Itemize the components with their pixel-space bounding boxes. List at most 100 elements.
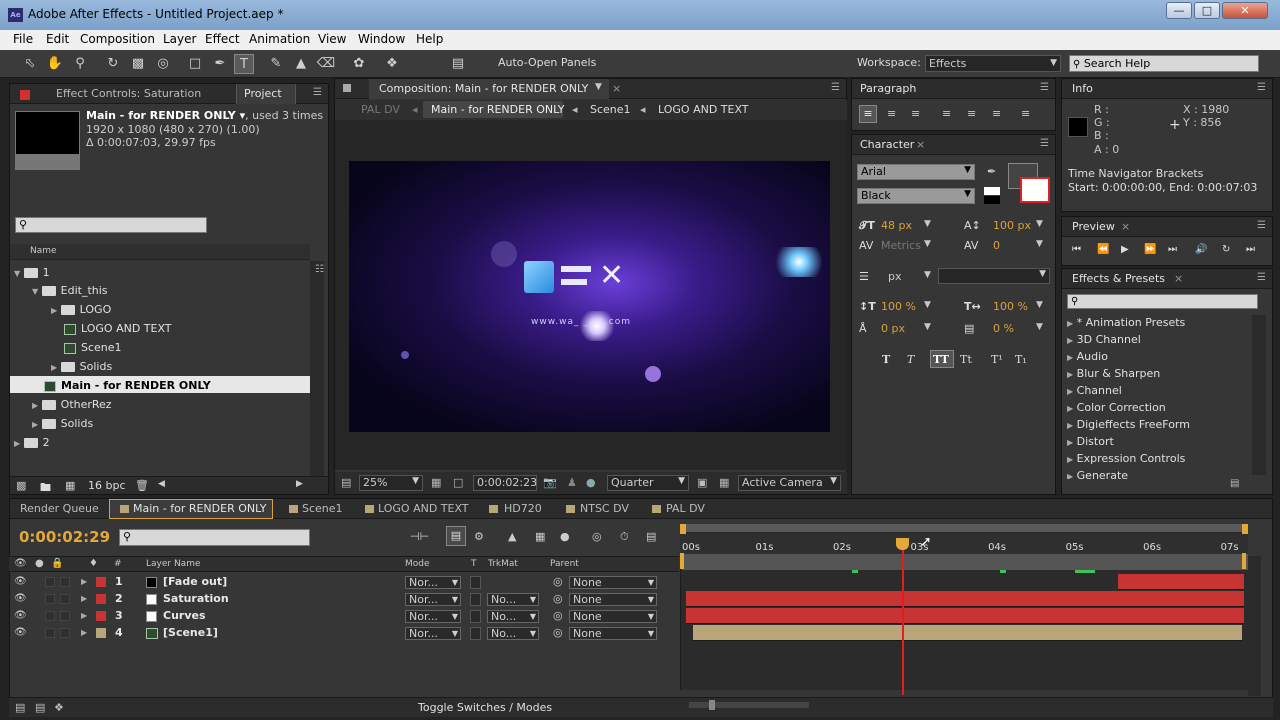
layer-name[interactable]: [Scene1] xyxy=(163,626,218,639)
effect-category[interactable]: ▶ Color Correction xyxy=(1067,401,1166,414)
panel-menu-icon[interactable]: ☰ xyxy=(1257,220,1266,231)
camera-view-select[interactable]: Active Camera ▼ xyxy=(738,475,841,491)
work-area-end[interactable] xyxy=(1242,553,1246,569)
panel-menu-icon[interactable]: ☰ xyxy=(831,82,840,93)
previous-frame-icon[interactable]: ⏪ xyxy=(1097,244,1109,255)
layer-duration-bar[interactable] xyxy=(693,625,1242,641)
effect-category[interactable]: ▶ Blur & Sharpen xyxy=(1067,367,1160,380)
tree-item[interactable]: ▼ Edit_this xyxy=(32,284,108,297)
graph-editor-icon[interactable]: ▤ xyxy=(646,530,656,543)
horizontal-scale-value[interactable]: 100 % xyxy=(993,300,1028,313)
parent-select[interactable]: None ▼ xyxy=(569,627,657,640)
preserve-transparency-switch[interactable] xyxy=(470,627,481,640)
roto-brush-tool-icon[interactable]: ✿ xyxy=(349,54,369,74)
expand-triangle-icon[interactable]: ▶ xyxy=(81,594,87,603)
new-folder-icon[interactable]: 🖿 xyxy=(40,479,51,498)
search-help-input[interactable]: ⚲ Search Help xyxy=(1069,55,1259,72)
blend-mode-select[interactable]: Nor... ▼ xyxy=(405,593,461,606)
stopwatch-icon[interactable]: ⏱ xyxy=(620,530,629,544)
tracking-value[interactable]: 0 xyxy=(993,239,1000,252)
solo-switch[interactable] xyxy=(45,594,55,604)
font-family-select[interactable]: Arial ▼ xyxy=(857,164,975,180)
font-style-select[interactable]: Black ▼ xyxy=(857,188,975,204)
tab-hd720[interactable]: HD720 xyxy=(504,502,542,515)
effect-category[interactable]: ▶ Generate xyxy=(1067,469,1128,479)
type-tool-icon[interactable]: T xyxy=(234,54,254,74)
parent-select[interactable]: None ▼ xyxy=(569,576,657,589)
play-icon[interactable]: ▶ xyxy=(1121,244,1129,255)
scroll-right-icon[interactable]: ▶ xyxy=(296,479,303,489)
lock-switch[interactable] xyxy=(60,611,70,621)
tab-scene1[interactable]: Scene1 xyxy=(302,502,343,515)
tree-item[interactable]: ▶ Solids xyxy=(32,417,93,430)
close-icon[interactable]: × xyxy=(1121,220,1130,233)
chevron-down-icon[interactable]: ▼ xyxy=(1036,322,1043,332)
eraser-tool-icon[interactable]: ⌫ xyxy=(316,54,336,74)
layer-duration-bar[interactable] xyxy=(686,591,1244,607)
lock-icon[interactable] xyxy=(343,84,351,92)
time-navigator-end-handle[interactable] xyxy=(1242,524,1248,534)
pick-whip-icon[interactable]: ◎ xyxy=(553,626,563,639)
subscript-button[interactable]: T₁ xyxy=(1015,353,1027,366)
resolution-select[interactable]: Quarter ▼ xyxy=(607,475,689,491)
effect-category[interactable]: ▶ Distort xyxy=(1067,435,1114,448)
pen-tool-icon[interactable]: ✒ xyxy=(210,54,230,74)
tree-item-selected[interactable]: Main - for RENDER ONLY xyxy=(44,379,211,392)
blend-mode-select[interactable]: Nor... ▼ xyxy=(405,627,461,640)
black-swatch[interactable] xyxy=(984,196,1000,204)
current-time-display[interactable]: 0:00:02:23 xyxy=(473,475,537,491)
visibility-eye-icon[interactable]: 👁 xyxy=(14,610,27,621)
parent-select[interactable]: None ▼ xyxy=(569,593,657,606)
tab-preview[interactable]: Preview xyxy=(1072,220,1115,233)
font-size-value[interactable]: 48 px xyxy=(881,219,912,232)
shy-layers-icon[interactable]: ⚙ xyxy=(474,530,484,543)
menu-window[interactable]: Window xyxy=(358,32,405,46)
menu-composition[interactable]: Composition xyxy=(80,32,155,46)
loop-icon[interactable]: ↻ xyxy=(1222,244,1230,255)
brush-tool-icon[interactable]: ✎ xyxy=(266,54,286,74)
track-matte-select[interactable]: No... ▼ xyxy=(487,610,539,623)
effect-category[interactable]: ▶ Digieffects FreeForm xyxy=(1067,418,1190,431)
interpret-footage-icon[interactable]: ▩ xyxy=(16,479,26,492)
layer-name[interactable]: [Fade out] xyxy=(163,575,227,588)
stroke-color-swatch[interactable] xyxy=(1020,177,1050,203)
solo-switch[interactable] xyxy=(45,611,55,621)
timeline-scrollbar[interactable] xyxy=(1248,556,1261,696)
align-right-icon[interactable]: ≡ xyxy=(911,107,920,120)
layer-row[interactable]: 👁 ▶ 2 Saturation Nor... ▼ No... ▼ ◎ None ▼ xyxy=(9,591,689,608)
label-color[interactable] xyxy=(96,611,106,621)
in-out-icon[interactable]: ❖ xyxy=(54,701,64,714)
justify-last-right-icon[interactable]: ≡ xyxy=(992,107,1001,120)
minimize-button[interactable]: — xyxy=(1166,2,1192,19)
magnification-select[interactable]: 25% ▼ xyxy=(359,475,423,491)
panel-align-icon[interactable]: ▤ xyxy=(448,54,468,74)
chevron-down-icon[interactable]: ▼ xyxy=(1036,300,1043,310)
solo-switch[interactable] xyxy=(45,628,55,638)
label-color[interactable] xyxy=(96,577,106,587)
layer-name[interactable]: Curves xyxy=(163,609,206,622)
toggle-switches-modes-button[interactable]: Toggle Switches / Modes xyxy=(418,701,552,714)
superscript-button[interactable]: T¹ xyxy=(991,353,1003,366)
panel-menu-icon[interactable]: ☰ xyxy=(313,87,322,98)
small-caps-button[interactable]: Tt xyxy=(960,353,972,366)
all-caps-button[interactable]: TT xyxy=(933,353,949,366)
effect-category[interactable]: ▶ Channel xyxy=(1067,384,1122,397)
rectangle-tool-icon[interactable]: □ xyxy=(185,54,205,74)
first-frame-icon[interactable]: ⏮ xyxy=(1072,244,1081,255)
transparency-grid-icon[interactable]: ▦ xyxy=(719,476,729,489)
last-frame-icon[interactable]: ⏭ xyxy=(1168,244,1177,255)
align-center-icon[interactable]: ≡ xyxy=(887,107,896,120)
tree-item[interactable]: Scene1 xyxy=(64,341,122,354)
effect-category[interactable]: ▶ Audio xyxy=(1067,350,1108,363)
chevron-down-icon[interactable]: ▼ xyxy=(1036,219,1043,229)
visibility-eye-icon[interactable]: 👁 xyxy=(14,627,27,638)
expand-triangle-icon[interactable]: ▶ xyxy=(81,577,87,586)
layer-name[interactable]: Saturation xyxy=(163,592,229,605)
menu-animation[interactable]: Animation xyxy=(249,32,310,46)
frame-blending-icon[interactable]: ▲ xyxy=(508,530,516,543)
tree-item[interactable]: ▶ 2 xyxy=(14,436,50,449)
tab-composition[interactable]: Composition: Main - for RENDER ONLY xyxy=(379,82,588,95)
tab-pal-dv[interactable]: PAL DV xyxy=(666,502,705,515)
project-search-input[interactable]: ⚲ xyxy=(15,217,207,233)
puppet-pin-tool-icon[interactable]: ❖ xyxy=(382,54,402,74)
